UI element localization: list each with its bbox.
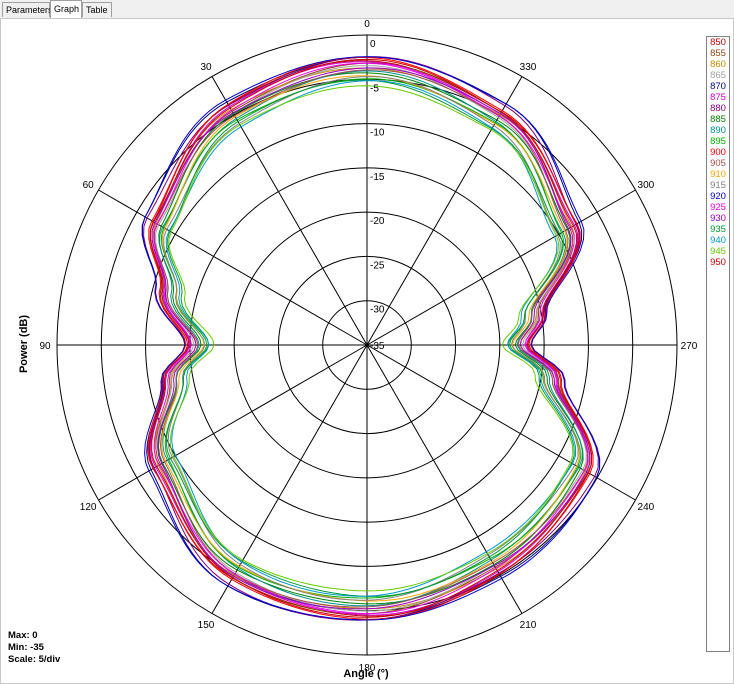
angle-tick-label: 150: [198, 620, 215, 631]
radial-tick-label: -25: [370, 260, 385, 271]
polar-plot: 0-5-10-15-20-25-30-350306090120150180210…: [39, 19, 698, 674]
legend-item-920: 920: [710, 191, 726, 202]
legend-item-890: 890: [710, 125, 726, 136]
stats-box: Max: 0 Min: -35 Scale: 5/div: [8, 630, 60, 666]
tab-graph[interactable]: Graph: [50, 0, 82, 19]
angle-tick-label: 30: [200, 62, 212, 73]
series-875-line: [150, 61, 591, 616]
angle-tick-label: 210: [520, 620, 537, 631]
legend-item-885: 885: [710, 114, 726, 125]
min-value: Min: -35: [8, 642, 44, 653]
legend-item-870: 870: [710, 81, 726, 92]
radial-tick-label: 0: [370, 39, 376, 50]
grid-spoke: [366, 344, 636, 501]
legend-item-915: 915: [710, 180, 726, 191]
radial-tick-label: -20: [370, 216, 385, 227]
legend-item-910: 910: [710, 169, 726, 180]
radial-tick-label: -15: [370, 172, 385, 183]
angle-tick-label: 0: [364, 19, 370, 30]
max-value: Max: 0: [8, 630, 38, 641]
legend-item-925: 925: [710, 202, 726, 213]
angle-tick-label: 300: [638, 180, 655, 191]
radial-tick-label: -35: [370, 341, 385, 352]
radial-tick-label: -5: [370, 83, 379, 94]
legend-item-950: 950: [710, 257, 726, 268]
scale-value: Scale: 5/div: [8, 654, 61, 665]
tab-table[interactable]: Table: [82, 2, 112, 17]
grid-spoke: [366, 76, 523, 346]
tab-bar: Parameters Graph Table: [0, 0, 734, 19]
legend-item-935: 935: [710, 224, 726, 235]
angle-tick-label: 90: [39, 341, 51, 352]
graph-panel: 0 -5 -10 -15 -20 -25 -30 -35 0 30 60 90 120 150 180 210…: [0, 18, 734, 684]
angle-tick-label: 270: [681, 341, 698, 352]
grid-spoke: [98, 189, 368, 346]
tab-parameters[interactable]: Parameters: [2, 2, 53, 17]
grid-spoke: [211, 344, 368, 614]
legend-item-860: 860: [710, 59, 726, 70]
legend-item-945: 945: [710, 246, 726, 257]
angle-tick-label: 120: [80, 502, 97, 513]
legend-item-875: 875: [710, 92, 726, 103]
legend-item-940: 940: [710, 235, 726, 246]
y-axis-label: Power (dB): [18, 314, 30, 374]
legend-item-930: 930: [710, 213, 726, 224]
legend: 850 855 860 865 870 875 880 885 890 895 900 905 910 9…: [706, 36, 730, 652]
legend-item-895: 895: [710, 136, 726, 147]
legend-item-905: 905: [710, 158, 726, 169]
angle-tick-label: 240: [638, 502, 655, 513]
angle-tick-label: 60: [83, 180, 95, 191]
grid-spoke: [98, 344, 368, 501]
radial-tick-label: -30: [370, 305, 385, 316]
legend-item-900: 900: [710, 147, 726, 158]
angle-tick-label: 330: [520, 62, 537, 73]
legend-item-865: 865: [710, 70, 726, 81]
legend-item-855: 855: [710, 48, 726, 59]
legend-item-880: 880: [710, 103, 726, 114]
radial-tick-label: -10: [370, 128, 385, 139]
legend-item-850: 850: [710, 37, 726, 48]
x-axis-label: Angle (°): [343, 668, 389, 680]
grid-spoke: [366, 189, 636, 346]
